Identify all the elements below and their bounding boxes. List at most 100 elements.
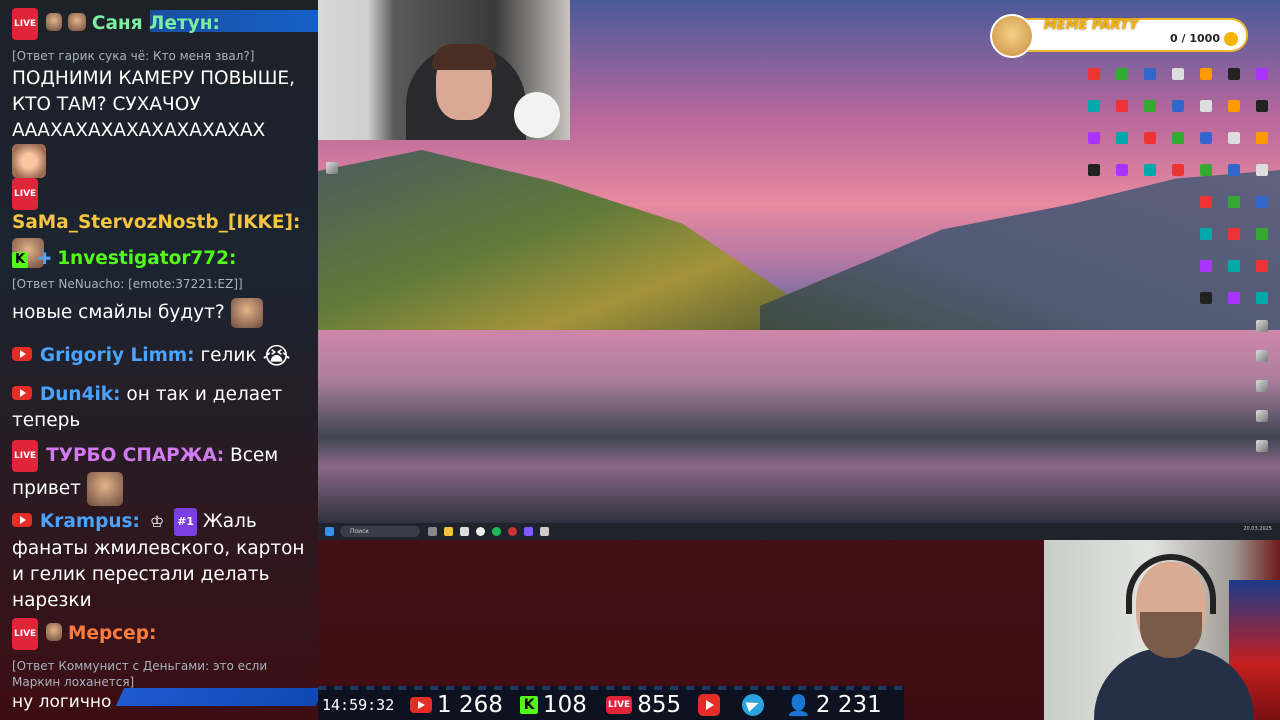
desktop-app-icon[interactable] — [1144, 100, 1156, 112]
headset-icon — [1126, 554, 1216, 614]
chat-username: Grigoriy Limm: — [39, 345, 195, 366]
desktop-app-icon[interactable] — [1116, 132, 1128, 144]
chat-reply: [Ответ гарик сука чё: Кто меня звал?] — [12, 49, 255, 63]
desktop-app-icon[interactable] — [1256, 410, 1268, 422]
desktop-app-icon[interactable] — [1172, 68, 1184, 80]
chat-message: Grigoriy Limm: гелик 😭 — [12, 343, 308, 369]
desktop-app-icon[interactable] — [1200, 292, 1212, 304]
emote-icon — [46, 13, 63, 31]
spotify-icon[interactable] — [492, 527, 501, 536]
desktop-app-icon[interactable] — [1200, 132, 1212, 144]
desktop-app-icon[interactable] — [1256, 380, 1268, 392]
chat-username: 1nvestigator772: — [57, 248, 237, 269]
chat-username: Мерсер: — [67, 623, 157, 644]
app-icon[interactable] — [460, 527, 469, 536]
desktop-app-icon[interactable] — [1116, 100, 1128, 112]
desktop-app-icon[interactable] — [1116, 68, 1128, 80]
app-icon[interactable] — [524, 527, 533, 536]
chat-last-line: ну логично — [12, 692, 112, 712]
meme-party-widget: MEME PARTY 0 / 1000 — [990, 14, 1248, 58]
desktop-app-icon[interactable] — [1228, 132, 1240, 144]
chat-username: Саня Летун: — [91, 13, 220, 34]
desktop-app-icon[interactable] — [1228, 228, 1240, 240]
chat-text: новые смайлы будут? — [12, 302, 225, 323]
streamer-webcam — [318, 0, 570, 140]
desktop-app-icon[interactable] — [1256, 260, 1268, 272]
desktop-app-icon[interactable] — [1200, 196, 1212, 208]
chrome-icon[interactable] — [476, 527, 485, 536]
desktop-app-icon[interactable] — [1228, 292, 1240, 304]
guest-webcam — [1044, 540, 1280, 720]
desktop-app-icon[interactable] — [1228, 164, 1240, 176]
desktop-app-icon[interactable] — [1200, 100, 1212, 112]
desktop-app-icon[interactable] — [1088, 100, 1100, 112]
telegram-icon — [742, 694, 764, 716]
chat-username: Dun4ik: — [39, 384, 121, 405]
desktop-app-icon[interactable] — [1228, 100, 1240, 112]
desktop-app-icon[interactable] — [1200, 260, 1212, 272]
desktop-app-icon[interactable] — [1228, 260, 1240, 272]
live-viewer-count: 855 — [637, 692, 682, 718]
desktop-app-icon[interactable] — [1088, 68, 1100, 80]
desktop-app-icon[interactable] — [1200, 164, 1212, 176]
desktop-app-icon[interactable] — [1088, 132, 1100, 144]
desktop-app-icon[interactable] — [1228, 196, 1240, 208]
app-icon[interactable] — [540, 527, 549, 536]
desktop-app-icon[interactable] — [1256, 164, 1268, 176]
desktop-app-icon[interactable] — [1200, 68, 1212, 80]
desktop-app-icon[interactable] — [1144, 68, 1156, 80]
desktop-app-icon[interactable] — [1256, 320, 1268, 332]
taskbar-clock: 20.03.2025 — [1243, 526, 1272, 532]
start-icon[interactable] — [325, 527, 334, 536]
desktop-app-icon[interactable] — [1172, 164, 1184, 176]
desktop-app-icon[interactable] — [1228, 68, 1240, 80]
youtube-icon — [410, 697, 432, 713]
desktop-app-icon[interactable] — [1088, 164, 1100, 176]
kick-icon: K — [12, 252, 28, 268]
youtube-play-icon — [698, 694, 720, 716]
desktop-app-icon[interactable] — [1256, 228, 1268, 240]
app-icon[interactable] — [508, 527, 517, 536]
desktop-app-icon[interactable] — [1144, 132, 1156, 144]
desktop-app-icon[interactable] — [1172, 132, 1184, 144]
desktop-app-icon[interactable] — [1256, 68, 1268, 80]
chat-username: Krampus: — [39, 511, 140, 532]
live-badge-icon: LIVE — [12, 440, 39, 472]
crying-emoji-icon: 😭 — [262, 342, 291, 370]
desktop-app-icon[interactable] — [1256, 350, 1268, 362]
chat-username: SaMa_StervozNostb_[IKKE]: — [12, 212, 301, 233]
telegram-link — [742, 690, 764, 720]
desktop-app-icon[interactable] — [1256, 100, 1268, 112]
desktop-app-icon[interactable] — [326, 162, 338, 174]
folder-icon[interactable] — [444, 527, 453, 536]
chat-username: ТУРБО СПАРЖА: — [46, 445, 225, 466]
taskbar-search[interactable]: Поиск — [340, 526, 420, 537]
desktop-app-icon[interactable] — [1200, 228, 1212, 240]
desktop-app-icon[interactable] — [1256, 292, 1268, 304]
desktop-app-icon[interactable] — [1172, 100, 1184, 112]
desktop-app-icon[interactable] — [1256, 440, 1268, 452]
live-badge-icon: LIVE — [12, 8, 39, 40]
taskview-icon[interactable] — [428, 527, 437, 536]
live-badge-icon: LIVE — [12, 178, 39, 210]
desktop-app-icon[interactable] — [1144, 164, 1156, 176]
kick-icon: K — [520, 696, 538, 714]
crown-icon: ♔ — [149, 512, 165, 531]
youtube-viewers: 1 268 — [410, 690, 503, 720]
youtube-icon — [12, 386, 32, 400]
meme-party-title: MEME PARTY — [1044, 18, 1139, 33]
total-viewers: 👤 2 231 — [786, 690, 882, 720]
desktop-app-icon[interactable] — [1256, 196, 1268, 208]
plush-toy — [514, 92, 560, 138]
desktop-app-icon[interactable] — [1256, 132, 1268, 144]
subscriber-badge: #1 — [174, 508, 197, 536]
sword-icon: ✚ — [37, 249, 52, 268]
live-viewers: LIVE 855 — [606, 690, 681, 720]
emote-icon — [230, 298, 263, 328]
desktop-app-icon[interactable] — [1116, 164, 1128, 176]
total-viewer-count: 2 231 — [815, 692, 882, 718]
chat-message: Krampus: ♔ #1 Жаль фанаты жмилевского, к… — [12, 508, 308, 614]
youtube-icon — [12, 513, 32, 527]
youtube-icon — [12, 347, 32, 361]
wallpaper-lake — [318, 330, 1280, 525]
